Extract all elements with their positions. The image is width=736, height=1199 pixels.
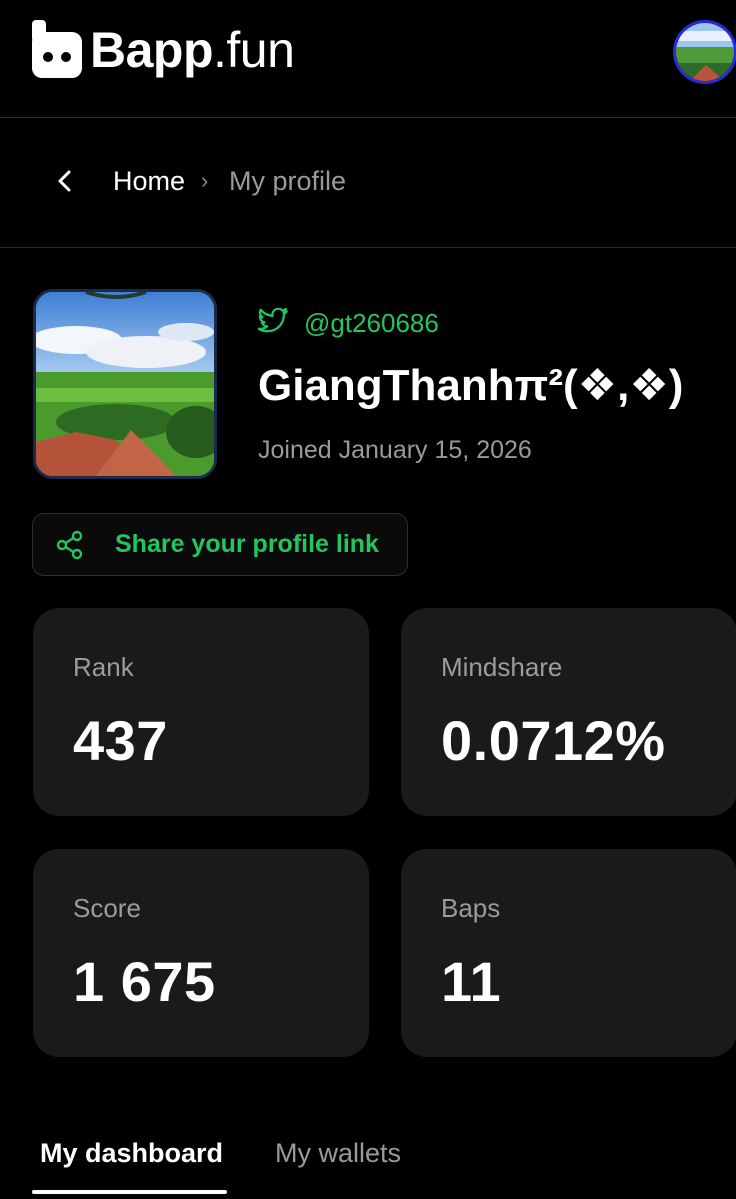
stat-value: 11	[441, 950, 502, 1013]
twitter-handle-row[interactable]: @gt260686	[257, 307, 439, 339]
user-avatar[interactable]	[673, 20, 736, 84]
stat-card-mindshare: Mindshare 0.0712%	[401, 608, 736, 816]
logo[interactable]: Bapp.fun	[32, 20, 295, 80]
stat-label: Score	[73, 893, 141, 923]
breadcrumb-current: My profile	[229, 166, 347, 196]
stat-card-score: Score 1 675	[33, 849, 369, 1057]
logo-text-bold: Bapp	[90, 22, 214, 78]
logo-text-thin: .fun	[213, 22, 295, 78]
stat-card-rank: Rank 437	[33, 608, 369, 816]
stat-card-baps: Baps 11	[401, 849, 736, 1057]
breadcrumb-home-link[interactable]: Home	[113, 166, 185, 197]
tab-my-wallets[interactable]: My wallets	[275, 1138, 401, 1169]
stat-value: 437	[73, 709, 168, 772]
share-profile-button[interactable]: Share your profile link	[32, 513, 408, 576]
app-root: Bapp.fun Home › My profile @gt260686 Gia…	[0, 0, 736, 1199]
stat-value: 0.0712%	[441, 709, 666, 772]
share-icon	[55, 530, 85, 560]
share-profile-label: Share your profile link	[115, 530, 379, 558]
stat-label: Mindshare	[441, 652, 563, 682]
bapp-logo-icon	[32, 20, 82, 80]
tab-my-dashboard[interactable]: My dashboard	[40, 1138, 223, 1169]
joined-date: Joined January 15, 2026	[258, 436, 532, 464]
profile-tabs: My dashboard My wallets	[0, 1120, 736, 1199]
stat-value: 1 675	[73, 950, 216, 1013]
display-name: GiangThanhπ²(❖,❖)	[258, 361, 684, 410]
twitter-icon	[257, 307, 288, 339]
profile-picture	[33, 289, 217, 479]
twitter-handle: @gt260686	[304, 308, 439, 338]
logo-text: Bapp.fun	[90, 20, 295, 80]
stat-label: Baps	[441, 893, 501, 923]
breadcrumb: Home › My profile	[0, 118, 736, 248]
breadcrumb-separator: ›	[201, 168, 209, 193]
top-header: Bapp.fun	[0, 0, 736, 118]
stat-label: Rank	[73, 652, 134, 682]
active-tab-indicator	[32, 1190, 227, 1194]
chevron-left-icon[interactable]	[48, 164, 82, 198]
